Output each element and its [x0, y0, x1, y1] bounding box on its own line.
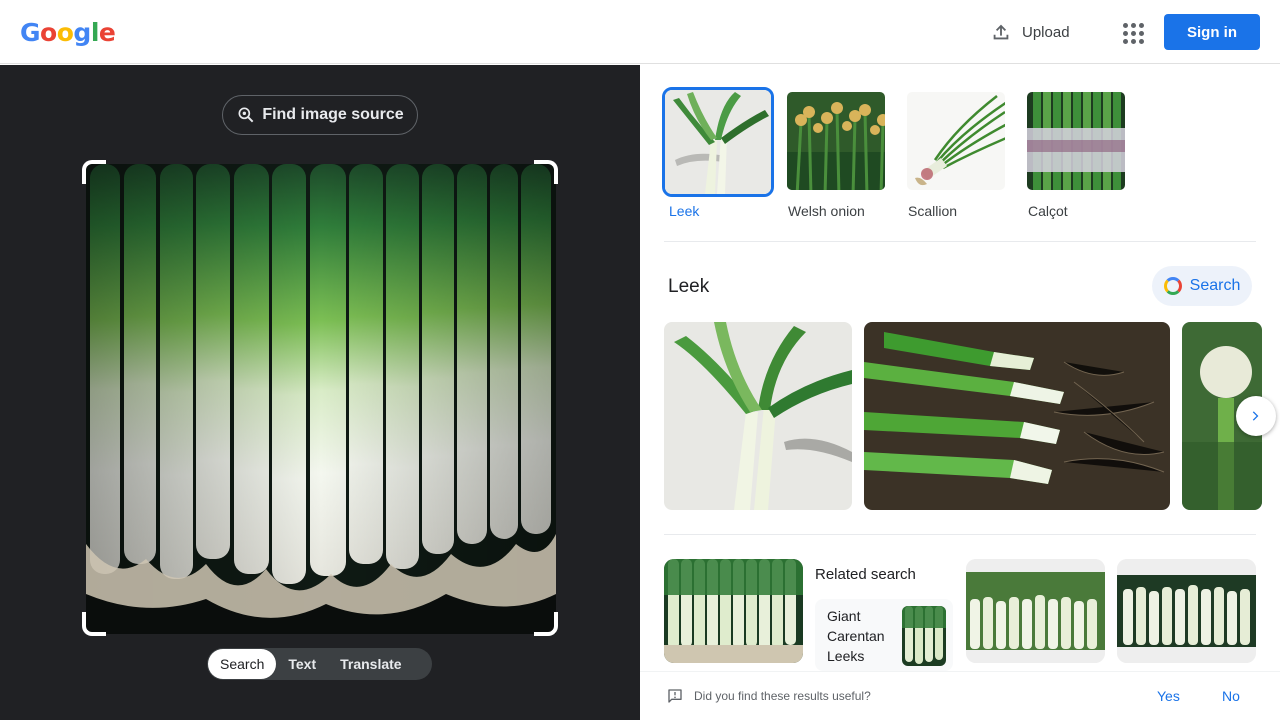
- related-search-card[interactable]: Giant Carentan Leeks: [815, 599, 953, 671]
- related-results-row: Related search Giant Carentan Leeks: [664, 559, 1264, 671]
- crop-corner-bottom-left[interactable]: [82, 612, 106, 636]
- crop-corner-top-left[interactable]: [82, 160, 106, 184]
- image-gallery: [664, 322, 1262, 510]
- feedback-question: Did you find these results useful?: [694, 689, 871, 703]
- find-image-source-label: Find image source: [262, 106, 404, 123]
- upload-icon: [993, 24, 1009, 40]
- find-image-source-button[interactable]: Find image source: [222, 95, 418, 135]
- google-search-button[interactable]: Search: [1152, 266, 1252, 306]
- related-search-text: Giant Carentan Leeks: [827, 606, 899, 666]
- chip-thumbnail: [904, 89, 1008, 193]
- chip-label: Welsh onion: [788, 203, 865, 219]
- related-search-line: Giant: [827, 608, 861, 624]
- chevron-right-icon: [1252, 411, 1259, 421]
- feedback-bar: Did you find these results useful? Yes N…: [640, 671, 1280, 720]
- results-pane: Leek Welsh onion Scallion Calçot Leek Se…: [640, 65, 1280, 720]
- logo-letter: l: [90, 18, 100, 47]
- uploaded-leek-image: [86, 164, 556, 634]
- chip-thumbnail: [662, 87, 774, 197]
- chip-leek[interactable]: Leek: [662, 87, 774, 219]
- result-image[interactable]: [1117, 559, 1256, 663]
- crop-corner-bottom-right[interactable]: [534, 612, 558, 636]
- entity-chips: Leek Welsh onion Scallion Calçot: [662, 87, 1132, 219]
- chip-welsh-onion[interactable]: Welsh onion: [784, 89, 892, 219]
- google-g-icon: [1163, 277, 1182, 295]
- next-arrow-button[interactable]: [1236, 396, 1276, 436]
- related-search-line: Carentan: [827, 628, 885, 644]
- feedback-no-button[interactable]: No: [1222, 688, 1240, 704]
- logo-letter: o: [56, 18, 74, 47]
- result-image[interactable]: [966, 559, 1105, 663]
- feedback-icon: [668, 689, 682, 703]
- top-header: Google Upload Sign in: [0, 0, 1280, 64]
- image-preview-pane: Find image source Search Text Translate: [0, 65, 640, 720]
- feedback-yes-button[interactable]: Yes: [1157, 688, 1180, 704]
- mode-switcher: Search Text Translate: [207, 648, 432, 680]
- logo-letter: o: [40, 18, 57, 47]
- mode-translate-tab[interactable]: Translate: [328, 649, 413, 679]
- result-image[interactable]: [664, 559, 803, 663]
- section-divider: [664, 534, 1256, 535]
- chip-label: Leek: [669, 203, 700, 219]
- chip-thumbnail: [1024, 89, 1128, 193]
- chip-label: Calçot: [1028, 203, 1068, 219]
- google-logo[interactable]: Google: [20, 18, 116, 47]
- chip-calcot[interactable]: Calçot: [1024, 89, 1132, 219]
- chip-scallion[interactable]: Scallion: [904, 89, 1012, 219]
- chip-label: Scallion: [908, 203, 958, 219]
- section-divider: [664, 241, 1256, 242]
- apps-grid-icon[interactable]: [1118, 18, 1146, 46]
- upload-label: Upload: [1022, 23, 1070, 41]
- mode-search-tab[interactable]: Search: [208, 649, 277, 679]
- related-search-line: Leeks: [827, 648, 865, 664]
- crop-corner-top-right[interactable]: [534, 160, 558, 184]
- upload-button[interactable]: Upload: [990, 18, 1070, 46]
- logo-letter: g: [73, 18, 91, 47]
- gallery-image[interactable]: [664, 322, 852, 510]
- logo-letter: G: [20, 18, 41, 47]
- related-search-label: Related search: [815, 566, 916, 583]
- chip-thumbnail: [784, 89, 888, 193]
- sign-in-button[interactable]: Sign in: [1164, 14, 1260, 50]
- google-search-label: Search: [1189, 277, 1241, 294]
- mode-text-tab[interactable]: Text: [276, 649, 328, 679]
- related-search-thumbnail: [902, 606, 946, 666]
- gallery-image[interactable]: [864, 322, 1170, 510]
- logo-letter: e: [98, 18, 116, 47]
- lens-search-icon: [238, 107, 254, 123]
- knowledge-title: Leek: [668, 276, 710, 297]
